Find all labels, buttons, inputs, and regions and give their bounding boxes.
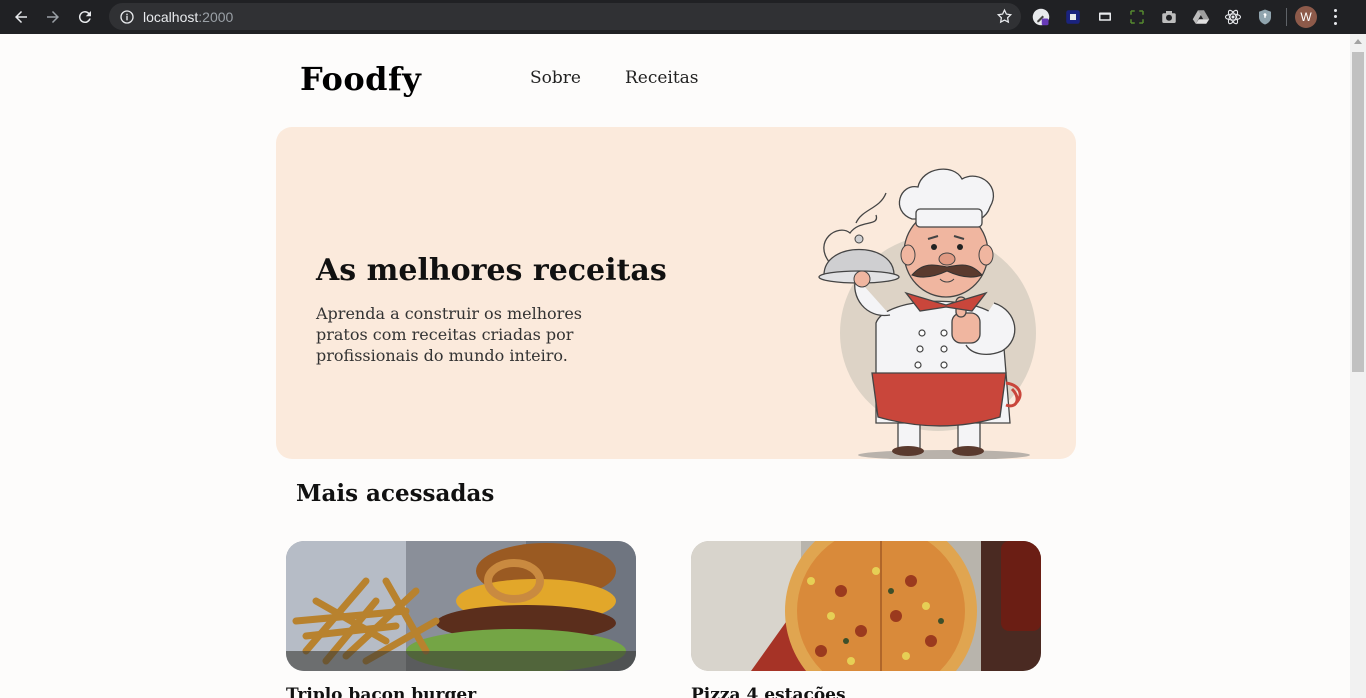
browser-menu-icon[interactable]	[1329, 7, 1341, 27]
forward-icon[interactable]	[42, 6, 64, 28]
shield-extension-icon[interactable]	[1254, 6, 1276, 28]
drive-extension-icon[interactable]	[1190, 6, 1212, 28]
toolbar-separator	[1286, 8, 1287, 26]
profile-avatar[interactable]: W	[1295, 6, 1317, 28]
section-title: Mais acessadas	[296, 480, 495, 507]
site-header: Foodfy Sobre Receitas	[300, 60, 1100, 106]
recipe-image[interactable]	[691, 541, 1041, 671]
menu-link-receitas[interactable]: Receitas	[625, 68, 699, 88]
site-logo[interactable]: Foodfy	[300, 60, 421, 98]
info-icon[interactable]	[119, 9, 135, 25]
recipe-title[interactable]: Triplo bacon burger	[286, 685, 636, 698]
hero-description: Aprenda a construir os melhores pratos c…	[316, 304, 583, 365]
react-devtools-icon[interactable]	[1222, 6, 1244, 28]
scrollbar-thumb[interactable]	[1352, 52, 1364, 372]
chef-illustration	[818, 168, 1036, 459]
recipe-title[interactable]: Pizza 4 estações	[691, 685, 1041, 698]
camera-extension-icon[interactable]	[1158, 6, 1180, 28]
back-icon[interactable]	[10, 6, 32, 28]
recipe-image[interactable]	[286, 541, 636, 671]
square-extension-icon[interactable]	[1062, 6, 1084, 28]
scroll-up-icon[interactable]	[1354, 39, 1362, 44]
bookmark-star-icon[interactable]	[996, 8, 1013, 25]
main-menu: Sobre Receitas	[530, 68, 743, 88]
browser-toolbar: localhost:2000 W	[0, 0, 1366, 34]
page-scrollbar[interactable]	[1350, 34, 1366, 698]
crop-extension-icon[interactable]	[1126, 6, 1148, 28]
hero-banner: As melhores receitas Aprenda a construir…	[276, 127, 1076, 459]
eyedropper-extension-icon[interactable]	[1030, 6, 1052, 28]
window-extension-icon[interactable]	[1094, 6, 1116, 28]
url-text: localhost:2000	[143, 8, 234, 25]
page-viewport: Foodfy Sobre Receitas As melhores receit…	[0, 34, 1350, 698]
extensions-bar: W	[1030, 4, 1341, 30]
reload-icon[interactable]	[74, 6, 96, 28]
hero-title: As melhores receitas	[316, 253, 667, 288]
recipe-card[interactable]: Pizza 4 estações	[691, 541, 1041, 698]
address-bar[interactable]: localhost:2000	[109, 3, 1021, 30]
menu-link-sobre[interactable]: Sobre	[530, 68, 581, 88]
recipe-card[interactable]: Triplo bacon burger	[286, 541, 636, 698]
